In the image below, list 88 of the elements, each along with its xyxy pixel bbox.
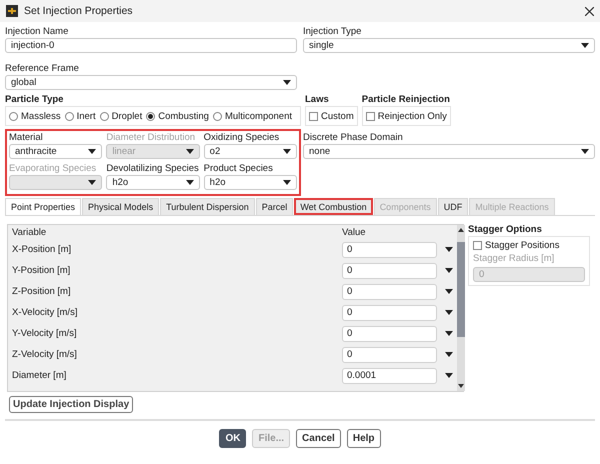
caret-icon — [88, 149, 96, 154]
caret-icon — [283, 149, 291, 154]
caret-icon — [445, 373, 453, 378]
checkbox-label: Reinjection Only — [378, 110, 447, 122]
field-label: Injection Type — [303, 26, 362, 38]
group-label: Particle Type — [5, 94, 64, 106]
scrollbar-thumb[interactable] — [457, 242, 465, 337]
caret-icon — [186, 149, 194, 154]
caret-icon — [445, 352, 453, 357]
radio-label: Combusting — [158, 110, 209, 122]
radio-button[interactable] — [64, 112, 74, 120]
field-label: Material — [9, 132, 44, 144]
radio-button[interactable] — [212, 112, 222, 120]
value-field[interactable]: 0 — [342, 242, 437, 258]
checkbox-label: Stagger Positions — [485, 240, 560, 251]
group-label: Laws — [305, 94, 330, 106]
table-cell-text: Z-Position [m] — [12, 286, 72, 297]
table-cell-text: Y-Velocity [m/s] — [12, 328, 78, 339]
field-label: Reference Frame — [5, 63, 80, 75]
caret-icon — [88, 180, 96, 185]
value-field[interactable]: 0 — [342, 304, 437, 320]
update-display-button[interactable]: Update Injection Display — [9, 396, 134, 413]
tab[interactable]: UDF — [438, 198, 468, 215]
radio-button[interactable] — [9, 112, 18, 120]
column-header: Value — [342, 227, 367, 239]
column-header: Variable — [12, 227, 48, 239]
text-field[interactable]: injection-0 — [5, 38, 297, 53]
radio-label: Multicomponent — [224, 110, 292, 122]
scroll-up-icon[interactable] — [458, 228, 464, 232]
table-cell-text: X-Position [m] — [12, 244, 72, 255]
caret-icon — [283, 180, 291, 185]
value-field[interactable]: 0 — [342, 346, 437, 362]
field-label: Product Species — [204, 163, 274, 175]
radio-label: Inert — [76, 110, 96, 122]
caret-icon — [445, 310, 453, 315]
tab[interactable]: Physical Models — [82, 198, 160, 215]
tab[interactable]: Wet Combustion — [294, 198, 373, 215]
checkbox[interactable] — [473, 241, 482, 250]
dialog-button[interactable]: Cancel — [296, 429, 341, 448]
tab[interactable]: Parcel — [256, 198, 294, 215]
value-field[interactable]: 0 — [342, 326, 437, 342]
dropdown[interactable]: h2o — [204, 175, 297, 190]
dialog-button[interactable]: Help — [346, 429, 381, 448]
checkbox[interactable] — [366, 112, 375, 120]
caret-icon — [445, 247, 453, 252]
radio-label: Droplet — [112, 110, 142, 122]
dialog-button[interactable]: OK — [219, 429, 246, 448]
table-cell-text: Diameter [m] — [12, 370, 68, 381]
value-field[interactable]: 0.0001 — [342, 368, 437, 384]
caret-icon — [186, 180, 194, 185]
tab[interactable]: Turbulent Dispersion — [160, 198, 255, 215]
group-label: Particle Reinjection — [362, 94, 451, 106]
close-icon[interactable] — [585, 6, 594, 16]
radio-button[interactable] — [100, 112, 109, 120]
field-label: Evaporating Species — [9, 163, 98, 175]
caret-icon — [581, 43, 589, 48]
dropdown[interactable]: none — [303, 144, 595, 159]
table-cell-text: Z-Velocity [m/s] — [12, 349, 78, 360]
tab[interactable]: Point Properties — [5, 198, 82, 215]
table-cell-text: X-Velocity [m/s] — [12, 307, 78, 318]
field-label: Stagger Radius [m] — [473, 253, 556, 265]
table-cell-text: Y-Position [m] — [12, 265, 72, 276]
radio-button[interactable] — [146, 112, 156, 120]
dropdown[interactable]: single — [303, 38, 595, 53]
caret-icon — [283, 80, 291, 85]
caret-icon — [445, 331, 453, 336]
checkbox[interactable] — [309, 112, 318, 120]
field-label: Discrete Phase Domain — [303, 132, 404, 144]
checkbox-label: Custom — [321, 110, 354, 122]
field-label: Injection Name — [5, 26, 70, 38]
value-field[interactable]: 0 — [342, 262, 437, 278]
radio-label: Massless — [21, 110, 61, 122]
group-label: Stagger Options — [468, 224, 543, 236]
dropdown[interactable]: global — [5, 75, 297, 90]
dropdown[interactable]: o2 — [204, 144, 297, 159]
app-icon — [6, 5, 18, 17]
scrollbar[interactable] — [457, 225, 465, 391]
caret-icon — [445, 268, 453, 273]
field-label: Diameter Distribution — [106, 132, 196, 144]
value-field[interactable]: 0 — [342, 284, 437, 300]
field-label: Oxidizing Species — [204, 132, 280, 144]
dropdown[interactable]: h2o — [106, 175, 200, 190]
scroll-down-icon[interactable] — [458, 384, 464, 388]
caret-icon — [445, 289, 453, 294]
window-title: Set Injection Properties — [24, 5, 133, 17]
dropdown[interactable]: anthracite — [9, 144, 102, 159]
caret-icon — [581, 149, 589, 154]
field-label: Devolatilizing Species — [106, 163, 200, 175]
